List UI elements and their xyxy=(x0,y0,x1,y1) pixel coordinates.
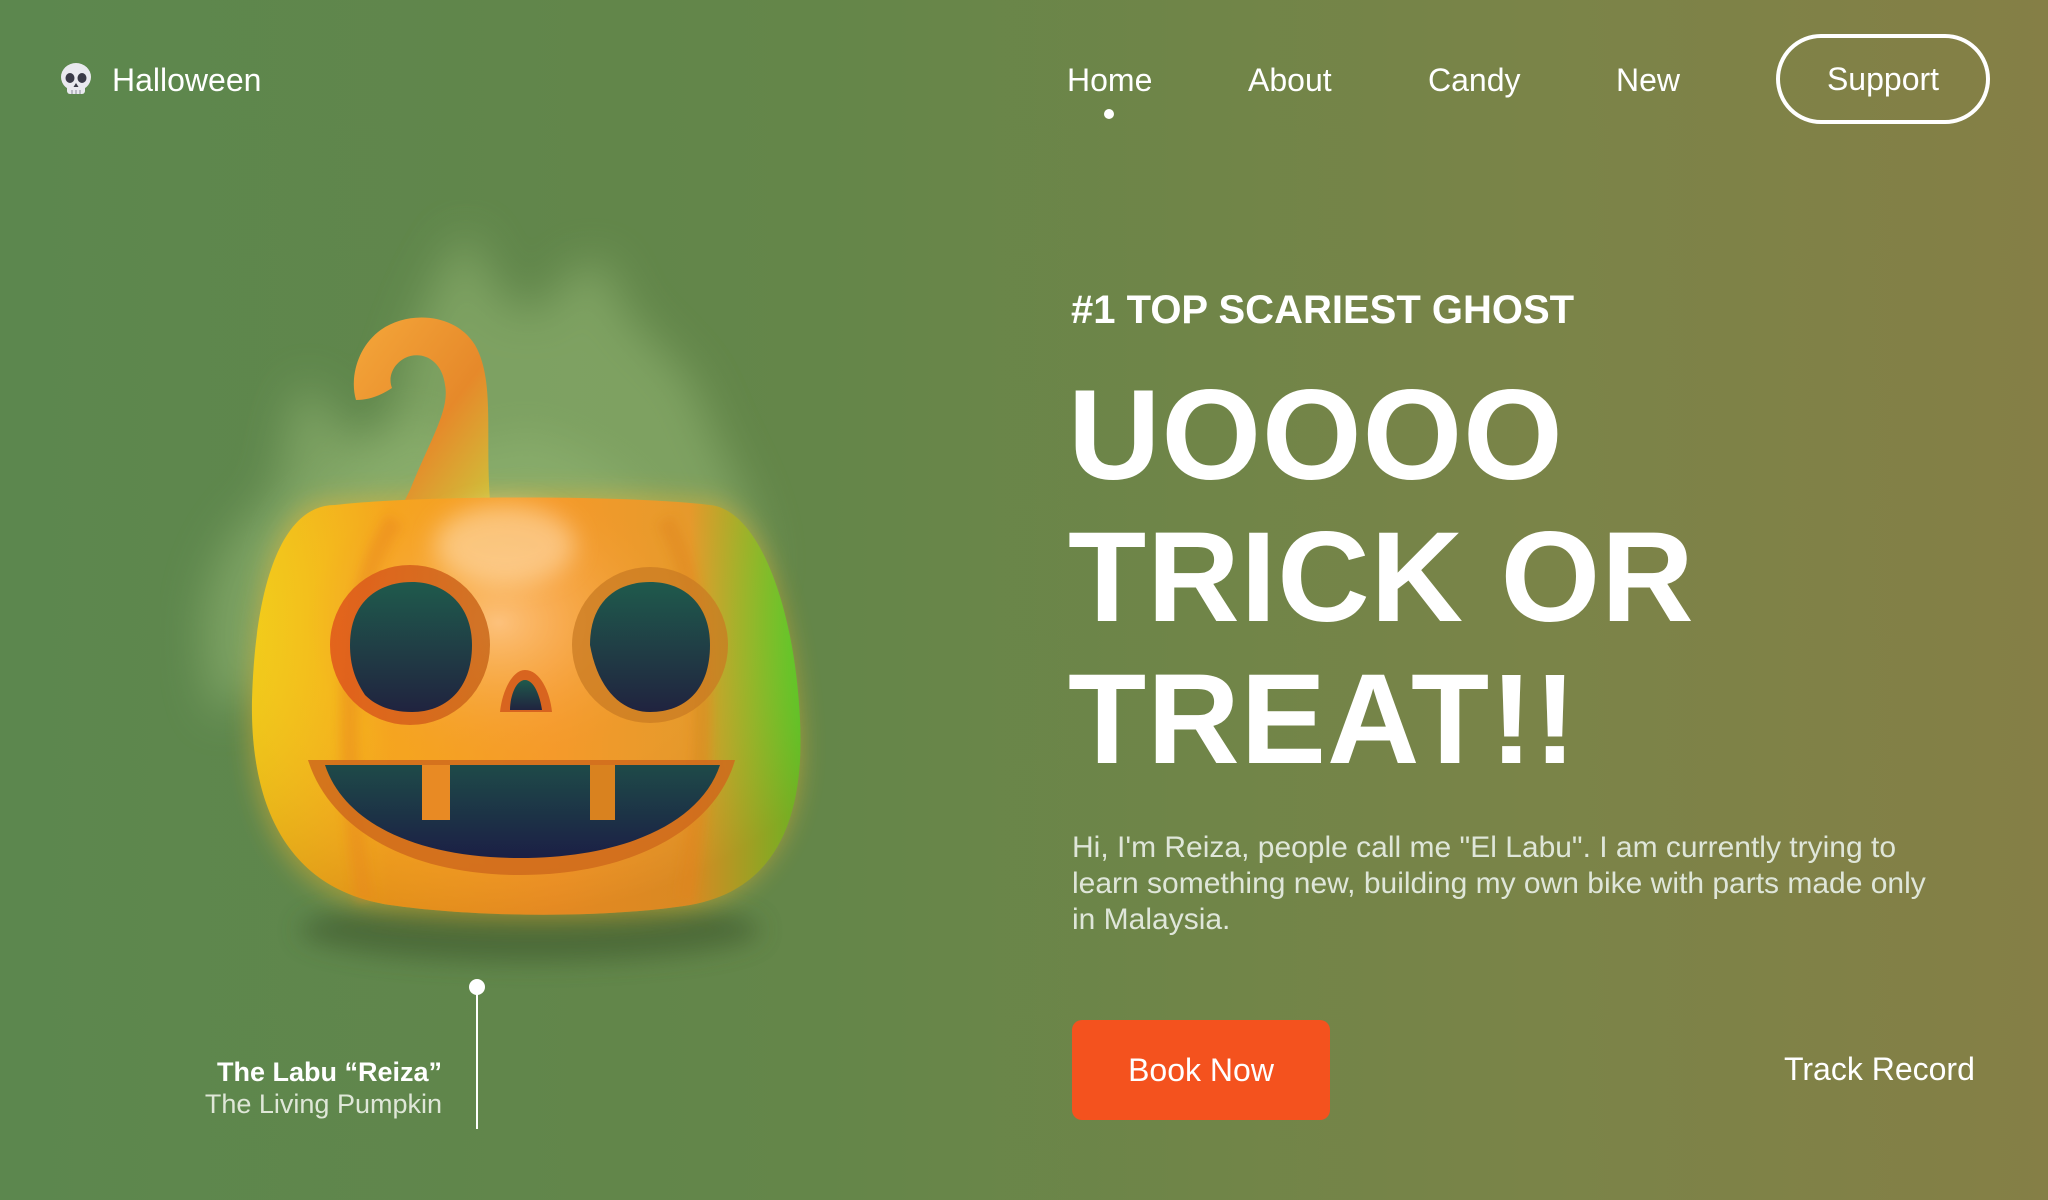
nav-item-new[interactable]: New xyxy=(1616,62,1680,98)
brand-name: Halloween xyxy=(112,62,262,98)
nav-active-indicator xyxy=(1104,109,1114,119)
hero-eyebrow: #1 TOP SCARIEST GHOST xyxy=(1071,288,1575,332)
nav-item-candy[interactable]: Candy xyxy=(1428,62,1521,98)
headline-line-2: TRICK OR xyxy=(1068,506,1695,649)
headline-line-1: UOOOO xyxy=(1068,364,1564,507)
character-name: The Labu “Reiza” xyxy=(216,1057,442,1087)
headline-line-3: TREAT!! xyxy=(1068,648,1578,791)
brand-logo[interactable]: Halloween xyxy=(56,58,261,102)
nav-item-about[interactable]: About xyxy=(1248,62,1332,98)
book-now-button[interactable]: Book Now xyxy=(1072,1020,1330,1120)
hero-headline: UOOOO TRICK OR TREAT!! xyxy=(1068,365,1695,791)
caption-pointer-line xyxy=(476,985,478,1129)
support-button[interactable]: Support xyxy=(1776,34,1990,124)
skull-icon xyxy=(61,63,91,94)
character-subtitle: The Living Pumpkin xyxy=(204,1089,442,1119)
nav-item-home[interactable]: Home xyxy=(1067,62,1152,98)
jack-o-lantern-icon xyxy=(203,230,802,962)
hero-intro: Hi, I'm Reiza, people call me "El Labu".… xyxy=(1072,831,1926,936)
track-record-link[interactable]: Track Record xyxy=(1784,1051,1975,1087)
character-caption: The Labu “Reiza” The Living Pumpkin xyxy=(150,1056,442,1120)
